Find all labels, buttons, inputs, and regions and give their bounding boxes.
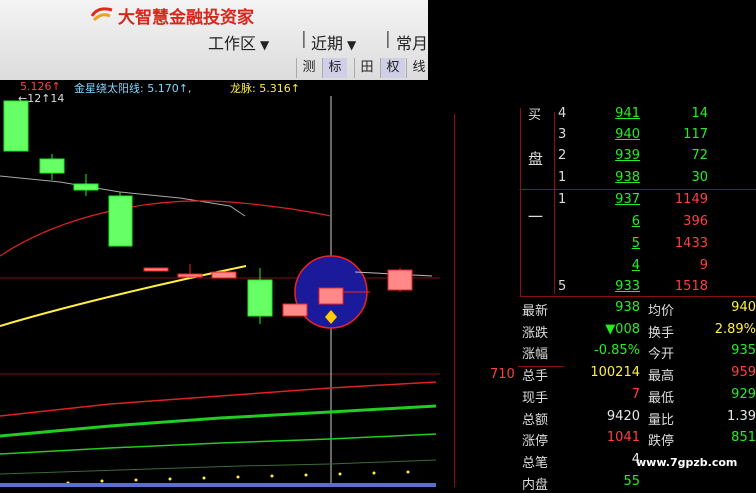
order-volume: 1149 xyxy=(674,192,708,207)
indicator-dragon: 龙脉: 5.316↑ xyxy=(230,82,300,95)
measure-button[interactable]: 测 xyxy=(296,58,321,78)
quote-value: 1.39 xyxy=(727,408,756,424)
swirl-logo-icon xyxy=(90,7,113,22)
order-price[interactable]: 937 xyxy=(590,192,640,207)
quote-value: ▼008 xyxy=(605,321,640,337)
quote-label: 现手 xyxy=(522,390,549,406)
order-book-divider xyxy=(554,112,555,294)
order-level: 3 xyxy=(558,127,567,142)
quote-value: 940 xyxy=(731,300,756,315)
order-price[interactable]: 939 xyxy=(590,148,640,163)
panel-divider xyxy=(454,114,455,487)
grid-button[interactable]: 田 xyxy=(354,58,379,78)
quote-value: 929 xyxy=(731,386,756,402)
quote-label: 总笔 xyxy=(522,455,549,471)
sell-label-1: 买 xyxy=(528,108,542,123)
quote-value: 2.89% xyxy=(714,321,756,337)
quote-label: 内盘 xyxy=(522,477,549,493)
indicator-lunar: 金星绕太阳线: 5.170↑, xyxy=(74,82,192,95)
quote-label: 涨跌 xyxy=(522,325,549,341)
chevron-down-icon: ▼ xyxy=(260,38,270,52)
order-price[interactable]: 4 xyxy=(590,258,640,273)
quote-value: 959 xyxy=(731,365,756,381)
buy-label: 一 xyxy=(528,208,544,226)
menu-label: 近期 xyxy=(311,34,344,53)
quote-value: 935 xyxy=(731,343,756,359)
chevron-down-icon: ▼ xyxy=(347,38,357,52)
menu-label: 工作区 xyxy=(208,34,257,53)
order-book-bottom xyxy=(520,296,756,297)
quote-label: 量比 xyxy=(648,412,675,428)
quote-value: 851 xyxy=(731,430,756,446)
menu-bar: 工作区 ▼ | 近期 ▼ | 常月 xyxy=(0,29,428,56)
rights-button[interactable]: 权 xyxy=(380,58,405,78)
order-level: 5 xyxy=(558,279,567,294)
quote-label: 均价 xyxy=(648,304,675,319)
quote-value: 938 xyxy=(615,300,640,315)
order-volume: 396 xyxy=(683,214,708,229)
menu-common[interactable]: 常月 xyxy=(396,30,428,54)
quote-value: 4 xyxy=(631,451,640,467)
kline-chart[interactable] xyxy=(0,96,440,487)
quote-label: 总额 xyxy=(522,412,549,428)
quote-label: 涨停 xyxy=(522,434,549,450)
watermark: www.7gpzb.com xyxy=(636,456,738,469)
chart-toolbar: 测 标 田 权 线 xyxy=(0,56,428,80)
order-price[interactable]: 5 xyxy=(590,236,640,251)
order-volume: 1433 xyxy=(674,236,708,251)
order-price[interactable]: 933 xyxy=(590,279,640,294)
quote-value: 7 xyxy=(631,386,640,402)
mark-button[interactable]: 标 xyxy=(322,58,347,78)
quote-value: 100214 xyxy=(590,365,640,381)
quote-label: 今开 xyxy=(648,347,675,363)
quote-value: -0.85% xyxy=(594,343,640,359)
order-level: 2 xyxy=(558,148,567,163)
order-volume: 9 xyxy=(699,258,708,273)
order-level: 1 xyxy=(558,170,567,185)
quote-label: 涨幅 xyxy=(522,347,549,363)
order-price[interactable]: 941 xyxy=(590,106,640,121)
quote-label: 最新 xyxy=(522,304,549,319)
order-price[interactable]: 6 xyxy=(590,214,640,229)
menu-divider: | xyxy=(301,29,307,49)
quote-label: 跌停 xyxy=(648,434,675,450)
order-volume: 14 xyxy=(691,106,708,121)
menu-recent[interactable]: 近期 ▼ xyxy=(311,30,356,54)
order-price[interactable]: 938 xyxy=(590,170,640,185)
sell-label-2: 盘 xyxy=(528,150,544,168)
quote-value: 1041 xyxy=(606,430,640,446)
quote-value: 55 xyxy=(623,473,640,489)
order-volume: 72 xyxy=(691,148,708,163)
order-volume: 1518 xyxy=(674,279,708,294)
order-book-mid xyxy=(520,189,756,190)
quote-label: 换手 xyxy=(648,325,675,341)
menu-divider: | xyxy=(385,29,391,49)
app-title: 大智慧金融投资家 xyxy=(118,8,254,28)
order-volume: 30 xyxy=(691,170,708,185)
menu-label: 常月 xyxy=(396,34,429,53)
order-level: 1 xyxy=(558,192,567,207)
price-axis-label: 710 xyxy=(490,367,515,382)
quote-value: 9420 xyxy=(606,408,640,424)
quote-label: 最高 xyxy=(648,369,675,385)
quote-label: 总手 xyxy=(522,369,549,385)
order-volume: 117 xyxy=(683,127,708,142)
order-price[interactable]: 940 xyxy=(590,127,640,142)
quote-label: 最低 xyxy=(648,390,675,406)
blank-area xyxy=(428,0,756,100)
menu-workspace[interactable]: 工作区 ▼ xyxy=(208,30,269,54)
order-level: 4 xyxy=(558,106,567,121)
